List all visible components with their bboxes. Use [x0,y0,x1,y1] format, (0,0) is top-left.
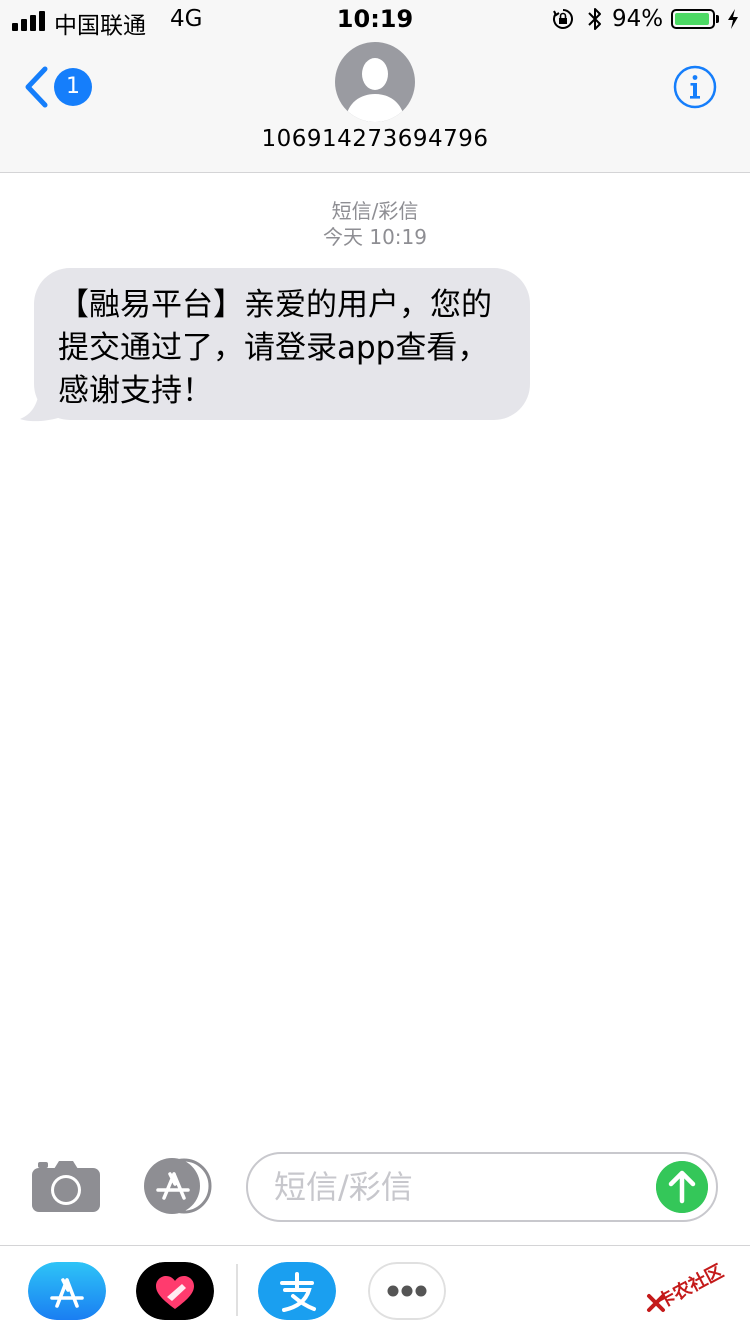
charging-bolt-icon [728,9,738,29]
message-timestamp: 今天 10:19 [323,225,427,249]
more-icon[interactable] [368,1262,446,1320]
incoming-message-bubble[interactable]: 【融易平台】亲爱的用户，您的提交通过了，请登录app查看，感谢支持！ [34,268,530,420]
app-store-icon[interactable] [28,1262,106,1320]
battery-percentage: 94% [612,6,664,32]
info-icon[interactable] [672,64,718,110]
app-store-icon[interactable] [140,1158,214,1214]
bluetooth-icon [588,8,601,30]
status-bar: 中国联通 4G 10:19 94% [0,0,750,40]
battery-level-fill [675,13,709,25]
watermark-logo: 卡农社区 [646,1261,746,1318]
imessage-app-drawer [0,1245,750,1335]
watermark-text: 卡农社区 [653,1260,728,1314]
orientation-lock-icon [553,9,573,29]
service-label: 短信/彩信 [331,199,419,223]
camera-icon[interactable] [32,1160,100,1212]
send-button[interactable] [656,1161,708,1213]
battery-cap [716,15,719,23]
chevron-left-icon [25,66,48,108]
alipay-icon[interactable] [258,1262,336,1320]
unread-badge: 1 [54,68,92,106]
contact-number[interactable]: 106914273694796 [0,126,750,152]
heart-icon[interactable] [136,1262,214,1320]
drawer-divider [236,1264,238,1316]
message-meta: 短信/彩信 今天 10:19 [0,198,750,250]
battery-icon [671,9,715,29]
contact-avatar-icon[interactable] [335,42,415,122]
navigation-header: 中国联通 4G 10:19 94% 1 106914273694796 [0,0,750,173]
message-input[interactable] [246,1152,718,1222]
back-button[interactable]: 1 [20,60,96,114]
